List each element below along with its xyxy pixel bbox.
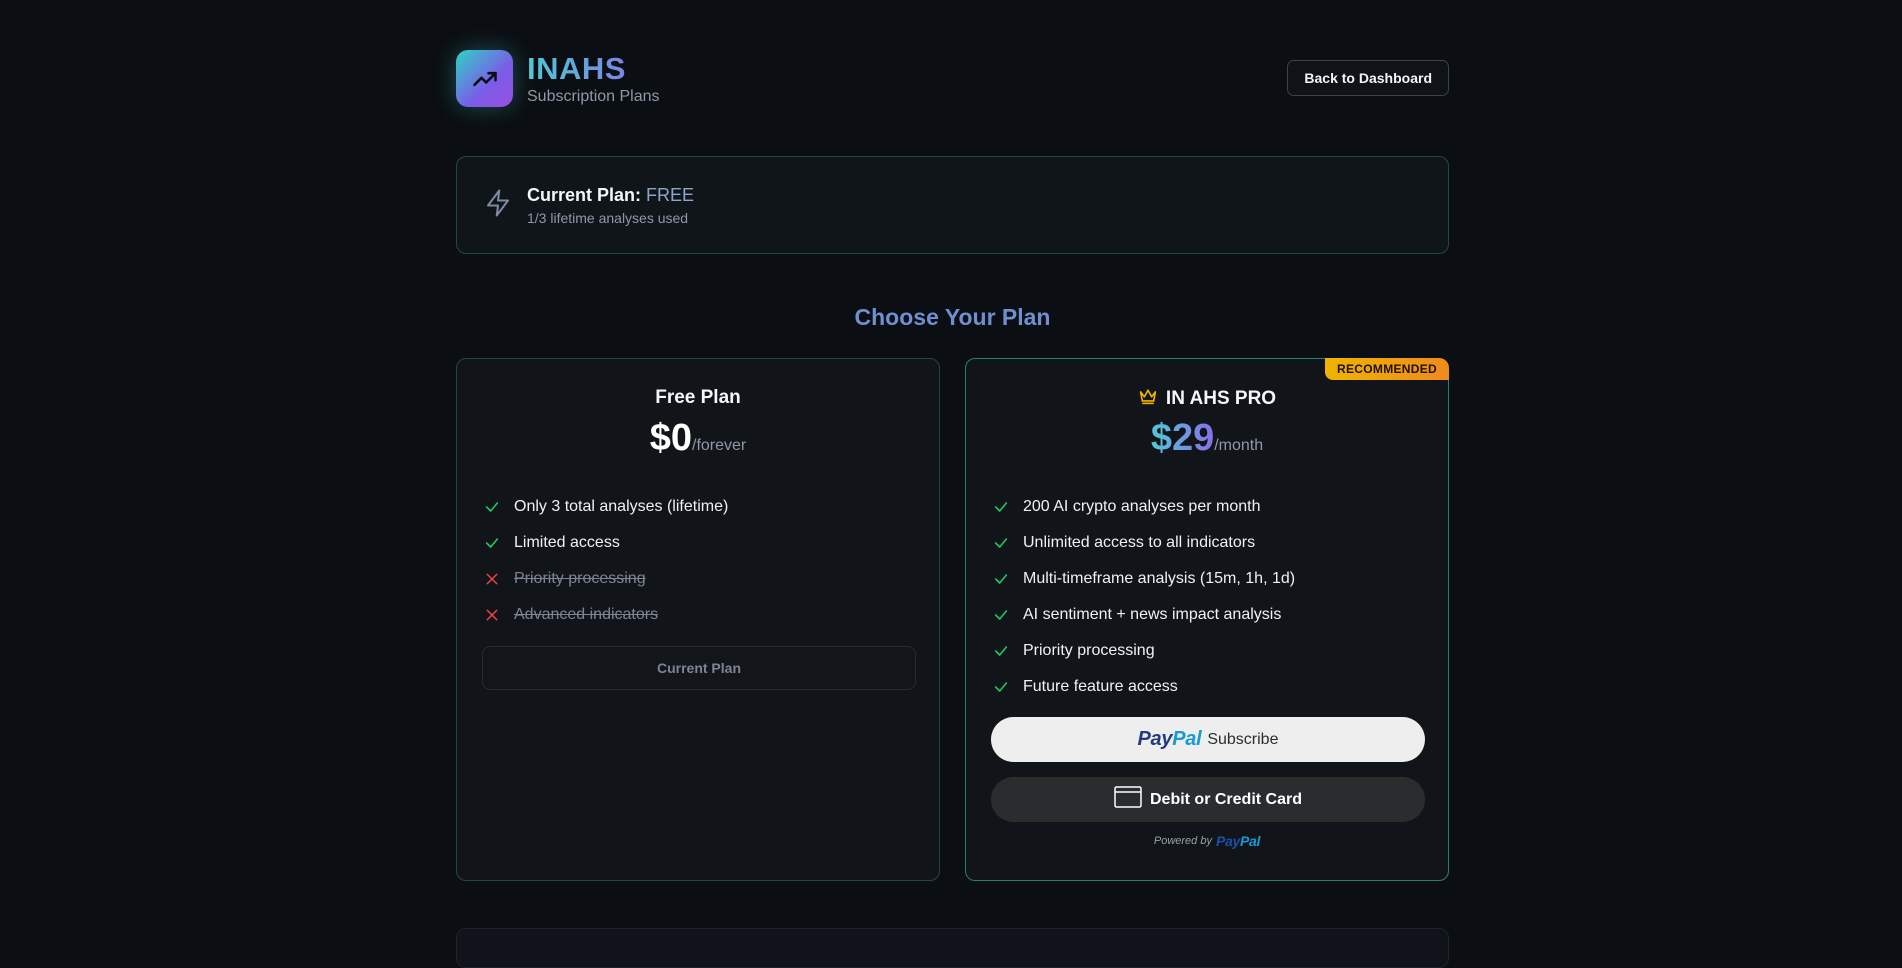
paypal-logo-small: PayPal (1215, 833, 1261, 849)
feature-label: Only 3 total analyses (lifetime) (514, 498, 729, 515)
current-plan-name: FREE (646, 184, 695, 205)
back-to-dashboard-button[interactable]: Back to Dashboard (1287, 60, 1449, 96)
plan-price: $29 /month (966, 417, 1448, 460)
price-amount: $29 (1150, 417, 1215, 459)
trending-up-logo-icon (456, 50, 513, 107)
brand: INAHS Subscription Plans (456, 50, 660, 107)
feature-item: Only 3 total analyses (lifetime) (483, 489, 728, 525)
lightning-icon (483, 186, 513, 225)
section-title: Choose Your Plan (854, 304, 1051, 330)
feature-label: Future feature access (1023, 678, 1178, 695)
paypal-logo: PayPal (1137, 728, 1202, 750)
feature-label: Advanced indicators (514, 606, 659, 623)
usage-text: 1/3 lifetime analyses used (527, 209, 689, 226)
powered-by-label: Powered by (1153, 835, 1212, 847)
check-icon (992, 570, 1010, 588)
feature-label: Limited access (514, 534, 620, 551)
x-icon (483, 606, 501, 624)
next-section-card (456, 928, 1449, 968)
brand-title: INAHS (527, 51, 660, 86)
current-plan-line: Current Plan: FREE (527, 185, 694, 206)
feature-item: Advanced indicators (483, 597, 728, 633)
subscribe-label: Subscribe (1207, 730, 1279, 748)
check-icon (992, 606, 1010, 624)
feature-item: Priority processing (483, 561, 728, 597)
page: INAHS Subscription Plans Back to Dashboa… (456, 0, 1449, 968)
price-period: /month (1214, 437, 1264, 454)
feature-label: Multi-timeframe analysis (15m, 1h, 1d) (1023, 570, 1296, 587)
current-plan-button[interactable]: Current Plan (482, 646, 916, 690)
x-icon (483, 570, 501, 588)
plan-title: Free Plan (655, 387, 741, 408)
feature-list: 200 AI crypto analyses per month Unlimit… (992, 489, 1295, 705)
feature-label: 200 AI crypto analyses per month (1023, 498, 1261, 515)
recommended-badge: RECOMMENDED (1325, 358, 1449, 380)
price-period: /forever (692, 437, 747, 454)
debit-credit-card-button[interactable]: Debit or Credit Card (991, 777, 1425, 822)
check-icon (992, 642, 1010, 660)
powered-by-paypal: Powered by PayPal (966, 833, 1448, 849)
feature-item: Priority processing (992, 633, 1295, 669)
brand-subtitle: Subscription Plans (527, 87, 660, 105)
feature-item: AI sentiment + news impact analysis (992, 597, 1295, 633)
plan-title: IN AHS PRO (1165, 388, 1277, 409)
check-icon (483, 534, 501, 552)
check-icon (992, 678, 1010, 696)
feature-list: Only 3 total analyses (lifetime) Limited… (483, 489, 728, 633)
current-plan-label: Current Plan: (527, 184, 642, 205)
credit-card-icon (1114, 786, 1142, 813)
check-icon (483, 498, 501, 516)
feature-label: Unlimited access to all indicators (1023, 534, 1256, 551)
current-plan-banner: Current Plan: FREE 1/3 lifetime analyses… (456, 156, 1449, 254)
check-icon (992, 534, 1010, 552)
feature-item: 200 AI crypto analyses per month (992, 489, 1295, 525)
feature-label: AI sentiment + news impact analysis (1023, 606, 1282, 623)
card-button-label: Debit or Credit Card (1149, 790, 1302, 808)
pro-plan-card: RECOMMENDED IN AHS PRO $29 /month 200 AI… (965, 358, 1449, 881)
feature-label: Priority processing (514, 570, 646, 587)
price-amount: $0 (649, 417, 693, 459)
paypal-subscribe-button[interactable]: PayPal Subscribe (991, 717, 1425, 762)
feature-item: Future feature access (992, 669, 1295, 705)
check-icon (992, 498, 1010, 516)
free-plan-card: Free Plan $0 /forever Only 3 total analy… (456, 358, 940, 881)
plan-price: $0 /forever (457, 417, 939, 460)
plan-title-row: IN AHS PRO (966, 387, 1448, 411)
feature-item: Limited access (483, 525, 728, 561)
crown-icon (1138, 387, 1158, 411)
feature-label: Priority processing (1023, 642, 1155, 659)
feature-item: Unlimited access to all indicators (992, 525, 1295, 561)
feature-item: Multi-timeframe analysis (15m, 1h, 1d) (992, 561, 1295, 597)
